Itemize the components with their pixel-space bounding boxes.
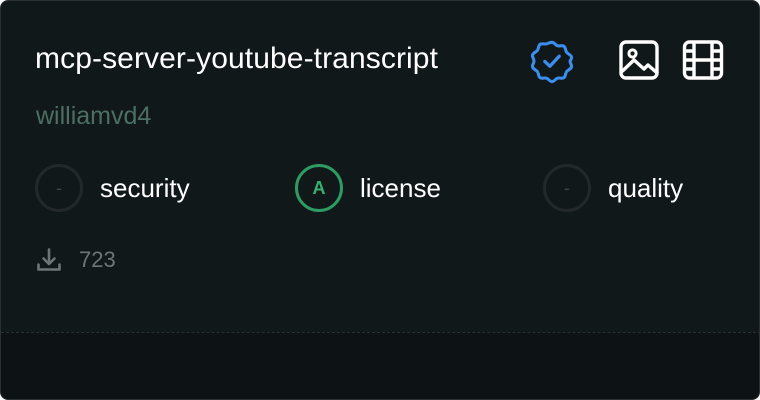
server-name[interactable]: mcp-server-youtube-transcript: [35, 37, 438, 81]
metric-license[interactable]: A license: [295, 164, 441, 212]
download-stat: 723: [35, 243, 116, 277]
security-score-badge: -: [35, 164, 83, 212]
server-card[interactable]: mcp-server-youtube-transcript williamvd4…: [0, 0, 760, 400]
metric-security[interactable]: - security: [35, 164, 190, 212]
film-icon[interactable]: [681, 38, 725, 82]
image-icon[interactable]: [617, 38, 661, 82]
download-count: 723: [79, 247, 116, 272]
license-label: license: [360, 173, 441, 203]
author-link[interactable]: williamvd4: [36, 98, 151, 134]
verified-badge-icon: [530, 40, 574, 84]
card-footer: [1, 332, 759, 399]
metric-quality[interactable]: - quality: [543, 164, 683, 212]
quality-label: quality: [608, 173, 684, 203]
quality-score-badge: -: [543, 164, 591, 212]
security-label: security: [100, 173, 190, 203]
download-icon: [37, 248, 61, 271]
license-score-badge: A: [295, 164, 343, 212]
